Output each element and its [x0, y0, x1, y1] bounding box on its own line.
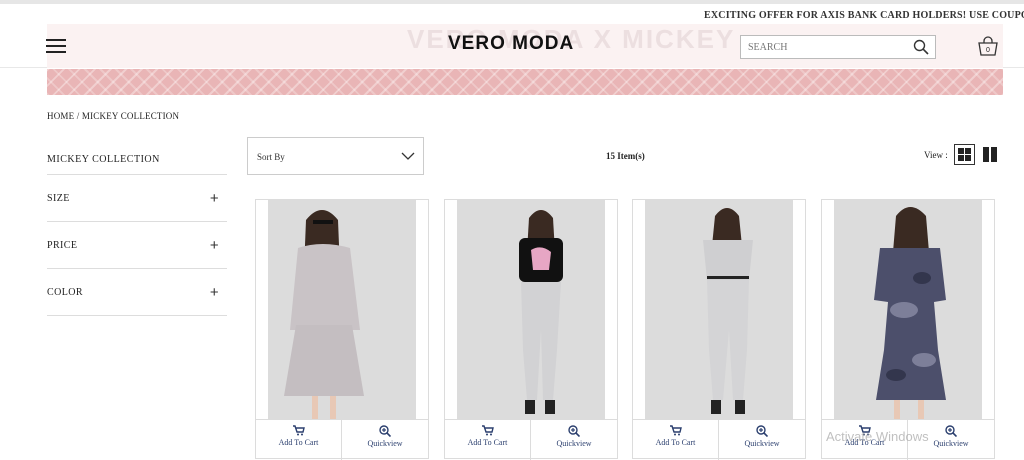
product-card[interactable]: Add To Cart Quickview: [255, 199, 429, 460]
zoom-in-icon: [945, 425, 957, 437]
product-card[interactable]: Add To Cart Quickview: [444, 199, 618, 460]
offer-marquee[interactable]: EXCITING OFFER FOR AXIS BANK CARD HOLDER…: [704, 10, 1024, 21]
chevron-down-icon: [401, 152, 415, 160]
grid-two-icon: [983, 147, 997, 162]
cart-icon: [292, 425, 305, 436]
search-input[interactable]: [741, 36, 901, 58]
expand-icon[interactable]: +: [210, 284, 219, 301]
sort-dropdown[interactable]: Sort By: [247, 137, 424, 175]
collection-title: MICKEY COLLECTION: [47, 150, 227, 175]
menu-icon[interactable]: [46, 39, 66, 53]
grid-view-2-button[interactable]: [980, 144, 1001, 165]
product-card[interactable]: Add To Cart Quickview: [632, 199, 806, 460]
zoom-in-icon: [756, 425, 768, 437]
product-image[interactable]: [457, 200, 605, 419]
filter-size[interactable]: SIZE +: [47, 175, 227, 222]
filter-color[interactable]: COLOR +: [47, 269, 227, 316]
cart-icon: [669, 425, 682, 436]
expand-icon[interactable]: +: [210, 190, 219, 207]
product-actions: Add To Cart Quickview: [256, 419, 428, 460]
quickview-label: Quickview: [933, 439, 969, 448]
product-actions: Add To Cart Quickview: [633, 419, 805, 460]
quickview-label: Quickview: [367, 439, 403, 448]
sort-label: Sort By: [257, 152, 285, 162]
grid-view-4-button[interactable]: [954, 144, 975, 165]
search-box[interactable]: [740, 35, 936, 59]
expand-icon[interactable]: +: [210, 237, 219, 254]
item-count: 15 Item(s): [606, 151, 645, 161]
site-header: VERO MODA X MICKEY VERO MODA 0: [0, 24, 1024, 68]
product-image[interactable]: [645, 200, 793, 419]
add-to-cart-label: Add To Cart: [655, 438, 696, 447]
product-image[interactable]: [268, 200, 416, 419]
top-border: [0, 0, 1024, 4]
zoom-in-icon: [568, 425, 580, 437]
quickview-label: Quickview: [744, 439, 780, 448]
filter-price[interactable]: PRICE +: [47, 222, 227, 269]
os-activation-watermark: Activate Windows: [826, 429, 929, 444]
add-to-cart-button[interactable]: Add To Cart: [256, 420, 342, 460]
quickview-label: Quickview: [556, 439, 592, 448]
add-to-cart-button[interactable]: Add To Cart: [445, 420, 531, 460]
decorative-pattern-strip: [47, 69, 1003, 95]
product-actions: Add To Cart Quickview: [445, 419, 617, 460]
breadcrumb[interactable]: HOME / MICKEY COLLECTION: [47, 111, 179, 121]
shopping-bag-icon[interactable]: 0: [977, 36, 999, 56]
zoom-in-icon: [379, 425, 391, 437]
filter-sidebar: MICKEY COLLECTION SIZE + PRICE + COLOR +: [47, 150, 227, 316]
add-to-cart-button[interactable]: Add To Cart: [633, 420, 719, 460]
add-to-cart-label: Add To Cart: [278, 438, 319, 447]
filter-label: PRICE: [47, 240, 78, 251]
search-icon[interactable]: [913, 39, 929, 55]
product-card[interactable]: Add To Cart Quickview: [821, 199, 995, 460]
site-logo[interactable]: VERO MODA: [448, 33, 574, 55]
view-label: View :: [924, 150, 948, 160]
cart-count: 0: [986, 47, 990, 54]
quickview-button[interactable]: Quickview: [531, 420, 617, 460]
quickview-button[interactable]: Quickview: [342, 420, 428, 460]
quickview-button[interactable]: Quickview: [719, 420, 805, 460]
cart-icon: [481, 425, 494, 436]
grid-four-icon: [958, 148, 971, 161]
add-to-cart-label: Add To Cart: [467, 438, 508, 447]
filter-label: COLOR: [47, 287, 83, 298]
product-image[interactable]: [834, 200, 982, 419]
filter-label: SIZE: [47, 193, 70, 204]
